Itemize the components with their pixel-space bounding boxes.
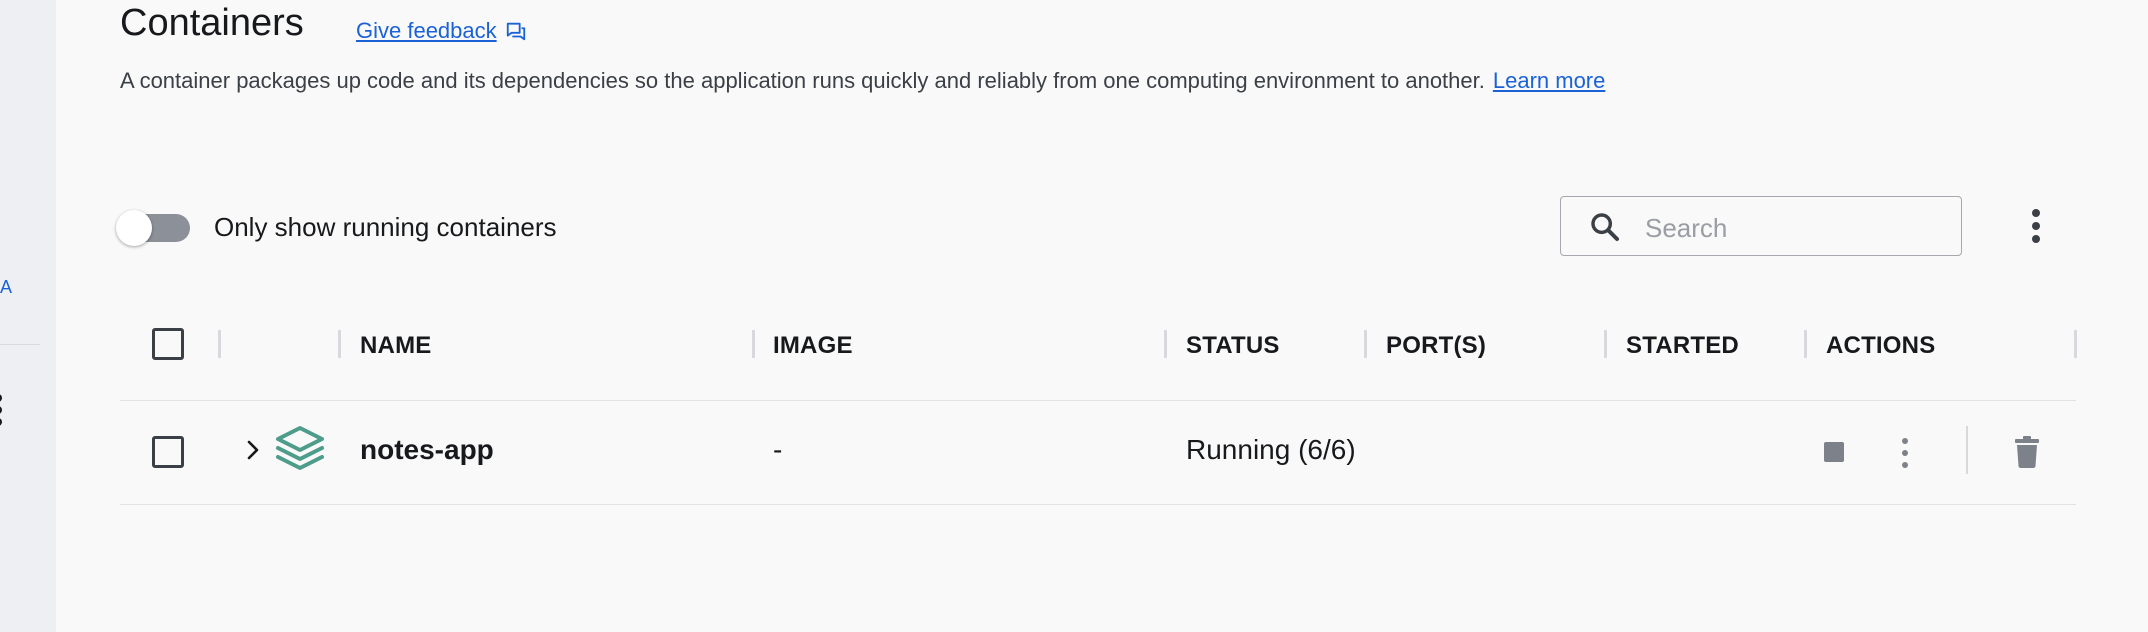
give-feedback-label: Give feedback [356, 18, 497, 43]
container-image: - [773, 434, 783, 465]
search-input[interactable] [1643, 207, 1947, 249]
search-icon [1591, 213, 1619, 241]
column-divider[interactable] [338, 330, 341, 358]
column-divider[interactable] [752, 330, 755, 358]
column-divider[interactable] [1804, 330, 1807, 358]
container-name[interactable]: notes-app [360, 434, 494, 466]
running-only-label: Only show running containers [214, 212, 557, 242]
sidebar-more-icon[interactable] [0, 394, 6, 430]
stop-icon[interactable] [1824, 442, 1844, 462]
table-header: NAME IMAGE STATUS PORT(S) STARTED ACTION… [120, 310, 2077, 401]
toolbar-more-icon[interactable] [2022, 206, 2050, 246]
description-text: A container packages up code and its dep… [120, 68, 1485, 93]
column-divider[interactable] [2074, 330, 2077, 358]
search-box[interactable] [1560, 196, 1962, 256]
page-title: Containers [120, 2, 304, 44]
actions-divider [1966, 426, 1968, 474]
containers-view: A Containers Give feedback A container p… [0, 0, 2148, 632]
sidebar-divider [0, 344, 40, 345]
stack-layers-icon [276, 426, 324, 470]
sidebar-item-fragment[interactable]: A [0, 277, 12, 298]
column-divider[interactable] [218, 330, 221, 358]
column-header-actions: ACTIONS [1826, 332, 1936, 359]
column-header-ports[interactable]: PORT(S) [1386, 332, 1486, 360]
column-header-started[interactable]: STARTED [1626, 332, 1739, 360]
row-more-icon[interactable] [1900, 438, 1910, 468]
column-divider[interactable] [1604, 330, 1607, 358]
learn-more-link[interactable]: Learn more [1493, 68, 1606, 93]
trash-icon[interactable] [2014, 436, 2040, 468]
sidebar: A [0, 0, 56, 632]
toggle-knob [116, 210, 152, 246]
give-feedback-link[interactable]: Give feedback [356, 18, 527, 44]
column-header-name[interactable]: NAME [360, 332, 431, 360]
running-only-toggle[interactable] [116, 210, 190, 246]
chevron-right-icon[interactable] [246, 438, 260, 462]
column-divider[interactable] [1164, 330, 1167, 358]
column-header-image[interactable]: IMAGE [773, 332, 853, 360]
page-description: A container packages up code and its dep… [120, 68, 1605, 94]
container-status: Running (6/6) [1186, 434, 1356, 465]
row-checkbox[interactable] [152, 436, 184, 468]
column-header-status[interactable]: STATUS [1186, 332, 1280, 360]
feedback-chat-icon [506, 22, 525, 41]
column-divider[interactable] [1364, 330, 1367, 358]
table-row[interactable]: notes-app - Running (6/6) [120, 402, 2076, 505]
select-all-checkbox[interactable] [152, 328, 184, 360]
